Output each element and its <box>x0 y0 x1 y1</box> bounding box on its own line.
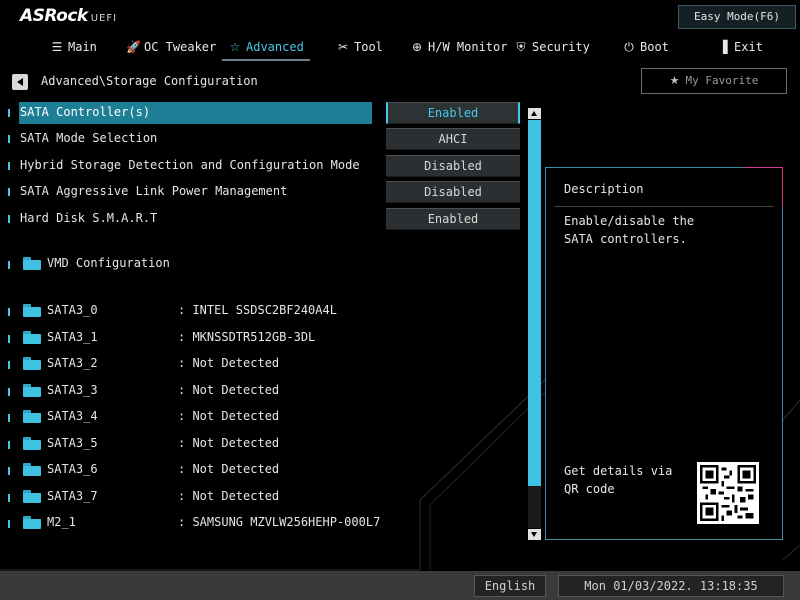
description-title: Description <box>564 182 644 196</box>
setting-value-hard-disk-smart[interactable]: Enabled <box>386 208 520 230</box>
device-port: SATA3_4 <box>47 409 98 423</box>
folder-icon <box>23 516 41 529</box>
device-model: : Not Detected <box>178 489 280 503</box>
easy-mode-button[interactable]: Easy Mode(F6) <box>678 5 796 29</box>
folder-icon <box>23 490 41 503</box>
folder-icon <box>23 331 41 344</box>
description-text: Enable/disable the SATA controllers. <box>564 214 695 246</box>
star-icon: ★ <box>669 74 680 87</box>
setting-label: Hybrid Storage Detection and Configurati… <box>20 158 360 172</box>
description-panel: Description Enable/disable the SATA cont… <box>545 167 783 540</box>
tab-oc-tweaker[interactable]: 🚀 OC Tweaker <box>126 36 216 58</box>
folder-icon <box>23 410 41 423</box>
setting-value-sata-controllers[interactable]: Enabled <box>386 102 520 124</box>
breadcrumb: Advanced\Storage Configuration <box>41 74 258 88</box>
tab-boot[interactable]: ⏻ Boot <box>622 36 669 58</box>
date-time-display[interactable]: Mon 01/03/2022. 13:18:35 <box>558 575 784 597</box>
setting-label: Hard Disk S.M.A.R.T <box>20 211 158 225</box>
device-row[interactable]: SATA3_7 : Not Detected <box>0 486 520 508</box>
folder-icon <box>23 437 41 450</box>
device-model: : Not Detected <box>178 436 280 450</box>
device-row[interactable]: SATA3_0 : INTEL SSDSC2BF240A4L <box>0 300 520 322</box>
setting-aggressive-link-power[interactable]: SATA Aggressive Link Power Management <box>0 181 380 203</box>
back-button[interactable] <box>12 74 28 90</box>
setting-value-hybrid-storage[interactable]: Disabled <box>386 155 520 177</box>
power-icon: ⏻ <box>624 40 634 54</box>
setting-hybrid-storage[interactable]: Hybrid Storage Detection and Configurati… <box>0 155 380 177</box>
device-model: : INTEL SSDSC2BF240A4L <box>178 303 337 317</box>
device-port: SATA3_0 <box>47 303 98 317</box>
device-row[interactable]: SATA3_5 : Not Detected <box>0 433 520 455</box>
device-model: : MKNSSDTR512GB-3DL <box>178 330 316 344</box>
device-row[interactable]: SATA3_3 : Not Detected <box>0 380 520 402</box>
device-model: : Not Detected <box>178 462 280 476</box>
setting-sata-mode[interactable]: SATA Mode Selection <box>0 128 380 150</box>
qr-caption: Get details via QR code <box>564 464 673 496</box>
language-selector[interactable]: English <box>474 575 546 597</box>
scrollbar-thumb[interactable] <box>528 120 541 486</box>
scroll-up-arrow[interactable] <box>528 108 541 119</box>
device-row[interactable]: SATA3_2 : Not Detected <box>0 353 520 375</box>
list-icon: ☰ <box>51 40 63 54</box>
star-icon: ☆ <box>229 40 241 54</box>
setting-hard-disk-smart[interactable]: Hard Disk S.M.A.R.T <box>0 208 380 230</box>
device-model: : SAMSUNG MZVLW256HEHP-000L7 <box>178 515 381 529</box>
device-row[interactable]: SATA3_6 : Not Detected <box>0 459 520 481</box>
tab-tool[interactable]: ✂ Tool <box>336 36 383 58</box>
folder-icon <box>23 384 41 397</box>
folder-icon <box>23 357 41 370</box>
device-model: : Not Detected <box>178 383 280 397</box>
device-port: SATA3_2 <box>47 356 98 370</box>
setting-value-aggressive-link-power[interactable]: Disabled <box>386 181 520 203</box>
tools-icon: ✂ <box>337 40 349 54</box>
tab-hw-monitor[interactable]: ⊕ H/W Monitor <box>410 36 508 58</box>
exit-door-icon: ▐ <box>718 40 728 54</box>
scroll-down-arrow[interactable] <box>528 529 541 540</box>
device-row[interactable]: SATA3_4 : Not Detected <box>0 406 520 428</box>
tab-advanced[interactable]: ☆ Advanced <box>222 36 310 61</box>
device-port: SATA3_3 <box>47 383 98 397</box>
folder-icon <box>23 463 41 476</box>
rocket-icon: 🚀 <box>126 40 141 54</box>
vmd-configuration-item[interactable]: VMD Configuration <box>0 253 520 275</box>
device-port: SATA3_1 <box>47 330 98 344</box>
device-model: : Not Detected <box>178 409 280 423</box>
device-port: SATA3_7 <box>47 489 98 503</box>
folder-icon <box>23 257 41 270</box>
my-favorite-button[interactable]: ★ My Favorite <box>641 68 787 94</box>
tab-main[interactable]: ☰ Main <box>50 36 97 58</box>
folder-icon <box>23 304 41 317</box>
asrock-logo: ASRock UEFI <box>20 6 118 26</box>
tab-security[interactable]: ⛨ Security <box>514 36 589 58</box>
device-row[interactable]: SATA3_1 : MKNSSDTR512GB-3DL <box>0 327 520 349</box>
device-port: SATA3_5 <box>47 436 98 450</box>
tab-exit[interactable]: ▐ Exit <box>716 36 763 58</box>
setting-value-sata-mode[interactable]: AHCI <box>386 128 520 150</box>
setting-sata-controllers[interactable]: SATA Controller(s) <box>0 102 380 124</box>
shield-icon: ⛨ <box>516 40 526 54</box>
device-port: M2_1 <box>47 515 76 529</box>
setting-label: SATA Mode Selection <box>20 131 158 145</box>
monitor-gauge-icon: ⊕ <box>411 40 423 54</box>
device-port: SATA3_6 <box>47 462 98 476</box>
setting-label: SATA Aggressive Link Power Management <box>20 184 288 198</box>
main-tabs: ☰ Main 🚀 OC Tweaker ☆ Advanced ✂ Tool ⊕ H/W M… <box>0 36 800 61</box>
qr-code <box>697 462 759 524</box>
setting-label: SATA Controller(s) <box>20 105 151 119</box>
device-model: : Not Detected <box>178 356 280 370</box>
device-row[interactable]: M2_1 : SAMSUNG MZVLW256HEHP-000L7 <box>0 512 520 534</box>
